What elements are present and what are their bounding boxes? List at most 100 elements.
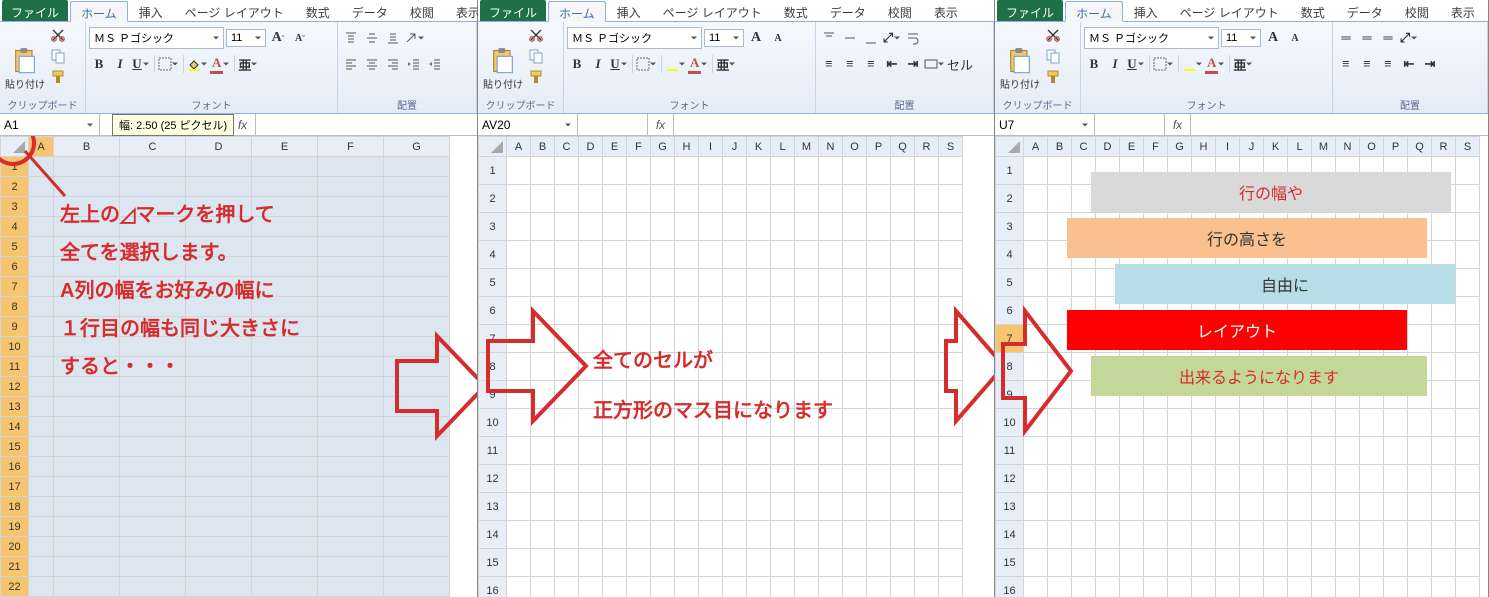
cell[interactable]: [1024, 493, 1048, 521]
row-header[interactable]: 8: [479, 353, 507, 381]
cell[interactable]: [819, 493, 843, 521]
row-header[interactable]: 14: [996, 521, 1024, 549]
align-left-button[interactable]: ≡: [1336, 54, 1356, 74]
cell[interactable]: [1288, 241, 1312, 269]
cell[interactable]: [120, 297, 186, 317]
cell[interactable]: [555, 493, 579, 521]
cell[interactable]: [1264, 241, 1288, 269]
cell[interactable]: [1432, 521, 1456, 549]
cell[interactable]: [531, 521, 555, 549]
cell[interactable]: [507, 465, 531, 493]
cell[interactable]: [1384, 521, 1408, 549]
cell[interactable]: [1216, 437, 1240, 465]
row-header[interactable]: 10: [479, 409, 507, 437]
cell[interactable]: [1264, 157, 1288, 185]
cell[interactable]: [1216, 521, 1240, 549]
cell[interactable]: [699, 409, 723, 437]
cell[interactable]: [1048, 493, 1072, 521]
orientation-button[interactable]: ⤢: [882, 28, 902, 48]
cell[interactable]: [891, 577, 915, 597]
cell[interactable]: [1312, 437, 1336, 465]
cell[interactable]: [507, 381, 531, 409]
cell[interactable]: [1408, 269, 1432, 297]
cell[interactable]: [1120, 353, 1144, 381]
cell[interactable]: [891, 381, 915, 409]
column-header[interactable]: A: [1024, 137, 1048, 157]
cell[interactable]: [384, 377, 450, 397]
cell[interactable]: [1384, 465, 1408, 493]
column-header[interactable]: Q: [1408, 137, 1432, 157]
cell[interactable]: [1216, 493, 1240, 521]
row-header[interactable]: 3: [479, 213, 507, 241]
tab-view[interactable]: 表示: [923, 0, 969, 21]
cell[interactable]: [29, 217, 54, 237]
cell[interactable]: [747, 157, 771, 185]
cell[interactable]: [120, 177, 186, 197]
cell[interactable]: [186, 477, 252, 497]
cell[interactable]: [1456, 521, 1480, 549]
cell[interactable]: [29, 357, 54, 377]
cell-button[interactable]: セル: [947, 54, 973, 74]
cell[interactable]: [699, 493, 723, 521]
cell[interactable]: [252, 577, 318, 597]
cell[interactable]: [1096, 353, 1120, 381]
cell[interactable]: [1456, 353, 1480, 381]
cell[interactable]: [1120, 493, 1144, 521]
cell[interactable]: [699, 521, 723, 549]
cell[interactable]: [1024, 297, 1048, 325]
cell[interactable]: [1240, 185, 1264, 213]
cell[interactable]: [1120, 437, 1144, 465]
cell[interactable]: [1360, 437, 1384, 465]
italic-button[interactable]: I: [588, 54, 608, 74]
cell[interactable]: [54, 317, 120, 337]
cell[interactable]: [1360, 185, 1384, 213]
cell[interactable]: [507, 297, 531, 325]
border-button[interactable]: [158, 54, 180, 74]
cell[interactable]: [54, 517, 120, 537]
cell[interactable]: [29, 557, 54, 577]
cell[interactable]: [723, 297, 747, 325]
cell[interactable]: [555, 213, 579, 241]
cell[interactable]: [507, 577, 531, 597]
cell[interactable]: [795, 577, 819, 597]
cell[interactable]: [699, 549, 723, 577]
cell[interactable]: [531, 577, 555, 597]
phonetic-button[interactable]: 亜: [1233, 54, 1254, 74]
row-header[interactable]: 12: [1, 377, 29, 397]
cell[interactable]: [843, 437, 867, 465]
cell[interactable]: [1096, 241, 1120, 269]
cell[interactable]: [1264, 353, 1288, 381]
align-right-button[interactable]: ≡: [1378, 54, 1398, 74]
row-header[interactable]: 16: [479, 577, 507, 597]
cell[interactable]: [531, 241, 555, 269]
column-header[interactable]: I: [699, 137, 723, 157]
cell[interactable]: [1456, 437, 1480, 465]
cell[interactable]: [29, 237, 54, 257]
cell[interactable]: [603, 185, 627, 213]
cell[interactable]: [867, 577, 891, 597]
merge-button[interactable]: [924, 54, 946, 74]
cell[interactable]: [675, 157, 699, 185]
cell[interactable]: [384, 437, 450, 457]
cell[interactable]: [843, 549, 867, 577]
cell[interactable]: [1096, 437, 1120, 465]
cell[interactable]: [1312, 381, 1336, 409]
cell[interactable]: [915, 521, 939, 549]
cell[interactable]: [507, 409, 531, 437]
cell[interactable]: [819, 577, 843, 597]
cell[interactable]: [1024, 269, 1048, 297]
cell[interactable]: [186, 157, 252, 177]
cell[interactable]: [29, 197, 54, 217]
cell[interactable]: [1168, 353, 1192, 381]
row-header[interactable]: 18: [1, 497, 29, 517]
cell[interactable]: [675, 381, 699, 409]
cell[interactable]: [1288, 493, 1312, 521]
cell[interactable]: [1408, 157, 1432, 185]
cell[interactable]: [675, 549, 699, 577]
cell[interactable]: [555, 269, 579, 297]
cell[interactable]: [1360, 521, 1384, 549]
cell[interactable]: [915, 297, 939, 325]
cell[interactable]: [579, 157, 603, 185]
name-box[interactable]: AV20: [478, 114, 578, 135]
font-name-combo[interactable]: ＭＳ Ｐゴシック: [1084, 27, 1219, 49]
